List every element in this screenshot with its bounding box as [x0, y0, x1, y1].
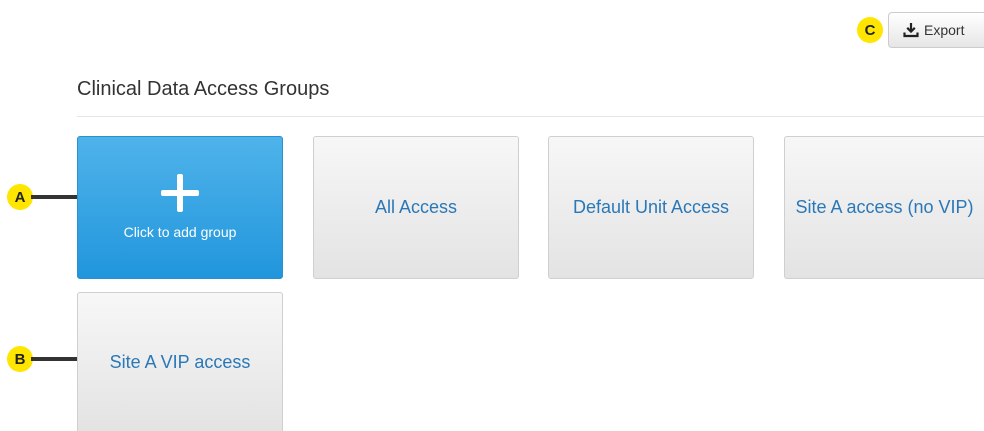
group-tile-label: All Access: [374, 197, 458, 218]
callout-marker-a: A: [7, 184, 33, 210]
group-tile-all-access[interactable]: All Access: [313, 136, 519, 279]
group-tile-default-unit-access[interactable]: Default Unit Access: [548, 136, 754, 279]
download-icon: [903, 23, 919, 38]
page-title: Clinical Data Access Groups: [77, 78, 330, 100]
add-group-label: Click to add group: [123, 223, 237, 240]
callout-leader-a: [31, 195, 77, 199]
callout-leader-b: [31, 357, 77, 361]
group-tile-site-a-vip-access[interactable]: Site A VIP access: [77, 292, 283, 431]
callout-marker-b: B: [7, 346, 33, 372]
group-tile-label: Default Unit Access: [572, 197, 730, 218]
export-button-label: Export: [924, 22, 965, 38]
title-divider: [77, 116, 984, 117]
callout-marker-c: C: [857, 17, 883, 43]
add-group-tile[interactable]: Click to add group: [77, 136, 283, 279]
page: C Export Clinical Data Access Groups A B…: [0, 0, 984, 431]
group-tile-site-a-access-no-vip[interactable]: Site A access (no VIP): [784, 136, 984, 279]
group-tile-label: Site A VIP access: [109, 351, 251, 372]
group-tile-label: Site A access (no VIP): [795, 197, 974, 218]
export-button[interactable]: Export: [888, 12, 984, 48]
plus-icon: [161, 173, 199, 212]
